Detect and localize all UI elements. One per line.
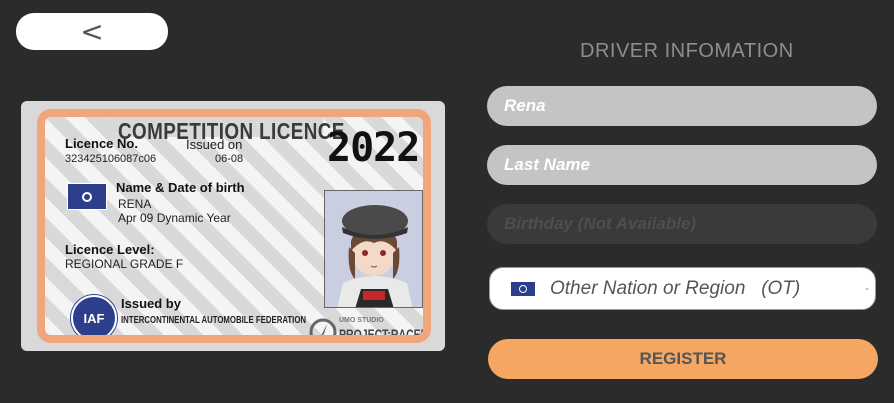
name-dob-label: Name & Date of birth: [116, 180, 245, 195]
nation-select[interactable]: Other Nation or Region (OT) -: [489, 267, 876, 310]
issued-on-label: Issued on: [186, 137, 243, 152]
nation-value: Other Nation or Region (OT): [550, 277, 801, 299]
flag-icon: [67, 183, 107, 210]
back-button[interactable]: <: [16, 13, 168, 50]
licence-no-label: Licence No.: [65, 136, 138, 151]
licence-year: 2022: [327, 125, 420, 171]
issuer-name: INTERCONTINENTAL AUTOMOBILE FEDERATION: [121, 315, 307, 326]
competition-licence-card: COMPETITION LICENCE 2022 Licence No. 323…: [21, 101, 445, 351]
flag-icon: [510, 280, 536, 297]
licence-no: 323425106087c06: [65, 153, 157, 165]
level-label: Licence Level:: [65, 242, 155, 257]
first-name-field[interactable]: Rena: [487, 86, 877, 126]
studio-emblem-icon: [309, 318, 337, 335]
register-button[interactable]: REGISTER: [488, 339, 878, 379]
licence-frame: COMPETITION LICENCE 2022 Licence No. 323…: [37, 109, 431, 343]
last-name-field[interactable]: Last Name: [487, 145, 877, 185]
licence-level: REGIONAL GRADE F: [65, 257, 184, 271]
issued-by-label: Issued by: [121, 296, 181, 311]
iaf-logo: IAF: [71, 295, 117, 335]
dropdown-icon: -: [865, 281, 869, 295]
form-title: DRIVER INFOMATION: [580, 40, 794, 62]
studio-small-label: UMO STUDIO: [339, 317, 384, 324]
driver-dob: Apr 09 Dynamic Year: [118, 211, 231, 225]
issued-on: 06-08: [215, 153, 244, 165]
studio-name: PROJECT:RACER: [339, 326, 429, 342]
driver-name: RENA: [118, 197, 152, 211]
driver-portrait: [324, 190, 423, 308]
birthday-field: Birthday (Not Available): [487, 204, 877, 244]
